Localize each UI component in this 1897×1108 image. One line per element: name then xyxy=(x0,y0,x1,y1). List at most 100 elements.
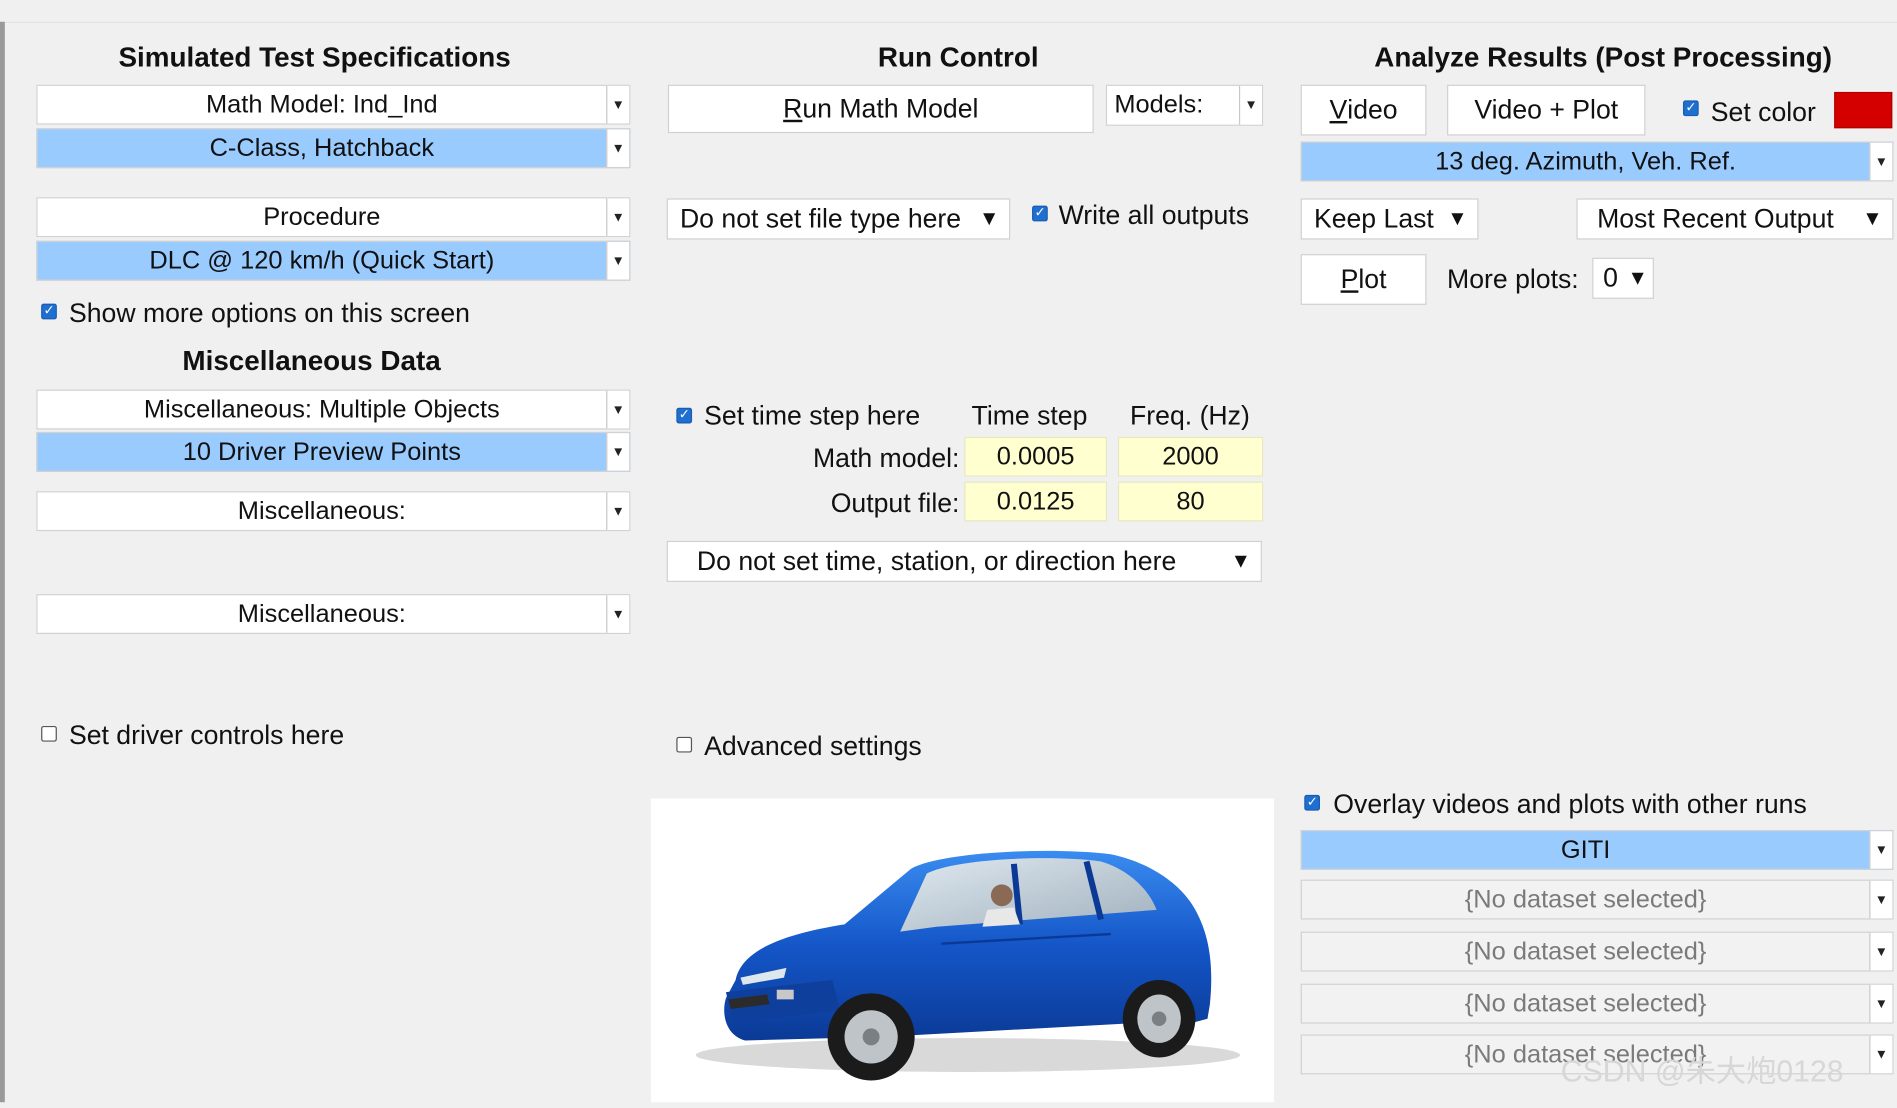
write-all-outputs-label: Write all outputs xyxy=(1058,199,1250,230)
chevron-down-icon[interactable]: ▼ xyxy=(606,390,630,429)
chevron-down-icon[interactable]: ▼ xyxy=(606,129,630,167)
overlay-dataset-label-2: {No dataset selected} xyxy=(1464,885,1707,913)
output-time-step-field[interactable]: 0.0125 xyxy=(964,481,1108,522)
advanced-settings-checkbox[interactable] xyxy=(676,736,693,753)
output-selection-label: Most Recent Output xyxy=(1597,203,1834,234)
math-model-label: Math Model: Ind_Ind xyxy=(206,90,438,118)
more-plots-dropdown[interactable]: 0 ▼ xyxy=(1592,257,1654,299)
chevron-down-icon: ▼ xyxy=(979,206,1000,230)
misc-dropdown-1-label: Miscellaneous: xyxy=(237,496,406,525)
overlay-dataset-label-4: {No dataset selected} xyxy=(1464,989,1707,1017)
procedure-label: DLC @ 120 km/h (Quick Start) xyxy=(149,246,495,275)
video-button-label: ideo xyxy=(1347,94,1398,125)
station-direction-label: Do not set time, station, or direction h… xyxy=(696,545,1177,576)
heading-analyze-results: Analyze Results (Post Processing) xyxy=(1374,41,1832,73)
overlay-dataset-dropdown-2[interactable]: {No dataset selected} ▼ xyxy=(1300,879,1894,920)
vehicle-dropdown[interactable]: C-Class, Hatchback ▼ xyxy=(36,128,631,169)
chevron-down-icon: ▼ xyxy=(1447,206,1468,230)
chevron-down-icon[interactable]: ▼ xyxy=(1869,932,1893,971)
run-button-label: un Math Model xyxy=(802,93,979,124)
station-direction-dropdown[interactable]: Do not set time, station, or direction h… xyxy=(666,540,1262,582)
color-swatch[interactable] xyxy=(1834,91,1893,129)
misc-dropdown-2[interactable]: Miscellaneous: ▼ xyxy=(36,594,631,634)
driver-preview-dropdown[interactable]: 10 Driver Preview Points ▼ xyxy=(36,431,631,472)
write-all-outputs-checkbox[interactable] xyxy=(1032,205,1048,222)
set-color-label: Set color xyxy=(1710,96,1816,128)
vehicle-image xyxy=(650,798,1275,1103)
models-label: Models: xyxy=(1114,90,1204,119)
overlay-runs-checkbox[interactable] xyxy=(1304,794,1321,811)
heading-simulated-test-specs: Simulated Test Specifications xyxy=(118,41,511,73)
overlay-dataset-dropdown-3[interactable]: {No dataset selected} ▼ xyxy=(1300,931,1894,972)
plot-button-mnemonic: P xyxy=(1340,263,1359,295)
run-button-mnemonic: R xyxy=(783,93,803,124)
overlay-dataset-dropdown-1[interactable]: GITI ▼ xyxy=(1300,829,1894,870)
chevron-down-icon: ▼ xyxy=(1230,549,1252,573)
camera-view-label: 13 deg. Azimuth, Veh. Ref. xyxy=(1435,147,1736,175)
math-freq-field[interactable]: 2000 xyxy=(1117,436,1264,477)
overlay-dataset-dropdown-4[interactable]: {No dataset selected} ▼ xyxy=(1300,983,1894,1024)
driver-preview-label: 10 Driver Preview Points xyxy=(182,437,461,466)
overlay-dataset-label-3: {No dataset selected} xyxy=(1464,937,1707,965)
keep-last-label: Keep Last xyxy=(1313,203,1434,234)
misc-category-dropdown[interactable]: Miscellaneous: Multiple Objects ▼ xyxy=(36,389,631,430)
overlay-runs-label: Overlay videos and plots with other runs xyxy=(1333,788,1807,820)
app-window: Simulated Test Specifications Run Contro… xyxy=(0,0,1897,1103)
misc-dropdown-1[interactable]: Miscellaneous: ▼ xyxy=(36,491,631,532)
heading-misc-data: Miscellaneous Data xyxy=(182,344,441,377)
chevron-down-icon[interactable]: ▼ xyxy=(1238,85,1262,125)
driver-controls-label: Set driver controls here xyxy=(68,719,345,751)
set-color-checkbox[interactable] xyxy=(1682,100,1699,117)
math-model-row-label: Math model: xyxy=(812,442,960,474)
window-top-edge xyxy=(0,0,1897,23)
heading-run-control: Run Control xyxy=(877,41,1039,73)
output-file-row-label: Output file: xyxy=(830,487,960,518)
camera-view-dropdown[interactable]: 13 deg. Azimuth, Veh. Ref. ▼ xyxy=(1300,141,1894,182)
procedure-category-label: Procedure xyxy=(263,202,381,231)
math-time-step-field[interactable]: 0.0005 xyxy=(964,436,1108,477)
show-more-options-label: Show more options on this screen xyxy=(68,297,470,328)
chevron-down-icon[interactable]: ▼ xyxy=(606,595,630,633)
models-dropdown[interactable]: Models: ▼ xyxy=(1105,84,1264,126)
left-window-border xyxy=(0,21,5,1103)
plot-button-label: lot xyxy=(1358,263,1387,295)
watermark: CSDN @朱大炮0128 xyxy=(1560,1055,1844,1089)
time-step-header: Time step xyxy=(971,400,1088,431)
video-button-mnemonic: V xyxy=(1329,94,1348,125)
freq-header: Freq. (Hz) xyxy=(1130,400,1250,431)
plot-button[interactable]: Plot xyxy=(1300,254,1427,305)
set-time-step-label: Set time step here xyxy=(704,400,921,431)
output-freq-field[interactable]: 80 xyxy=(1117,481,1264,522)
show-more-options-checkbox[interactable] xyxy=(41,303,57,320)
chevron-down-icon[interactable]: ▼ xyxy=(1869,880,1893,919)
chevron-down-icon: ▼ xyxy=(1862,206,1883,230)
chevron-down-icon[interactable]: ▼ xyxy=(1869,984,1893,1023)
chevron-down-icon[interactable]: ▼ xyxy=(606,198,630,236)
hatchback-car-illustration xyxy=(695,850,1241,1081)
video-plot-button[interactable]: Video + Plot xyxy=(1447,84,1646,136)
chevron-down-icon[interactable]: ▼ xyxy=(606,85,630,124)
set-time-step-checkbox[interactable] xyxy=(676,407,693,424)
file-type-dropdown[interactable]: Do not set file type here ▼ xyxy=(666,198,1011,240)
misc-category-label: Miscellaneous: Multiple Objects xyxy=(143,395,500,423)
math-model-dropdown[interactable]: Math Model: Ind_Ind ▼ xyxy=(36,84,631,125)
more-plots-label: More plots: xyxy=(1447,263,1579,295)
keep-last-dropdown[interactable]: Keep Last ▼ xyxy=(1300,198,1479,240)
misc-dropdown-2-label: Miscellaneous: xyxy=(237,599,406,628)
chevron-down-icon[interactable]: ▼ xyxy=(1869,1035,1893,1074)
run-math-model-button[interactable]: Run Math Model xyxy=(667,84,1094,134)
advanced-settings-label: Advanced settings xyxy=(704,730,922,762)
vehicle-label: C-Class, Hatchback xyxy=(209,133,435,162)
driver-controls-checkbox[interactable] xyxy=(41,725,57,742)
chevron-down-icon[interactable]: ▼ xyxy=(606,492,630,530)
chevron-down-icon[interactable]: ▼ xyxy=(606,433,630,471)
output-selection-dropdown[interactable]: Most Recent Output ▼ xyxy=(1576,198,1894,240)
chevron-down-icon[interactable]: ▼ xyxy=(1869,142,1893,181)
file-type-label: Do not set file type here xyxy=(679,203,962,234)
procedure-dropdown[interactable]: DLC @ 120 km/h (Quick Start) ▼ xyxy=(36,240,631,281)
procedure-category-dropdown[interactable]: Procedure ▼ xyxy=(36,197,631,238)
video-button[interactable]: Video xyxy=(1300,84,1427,136)
chevron-down-icon[interactable]: ▼ xyxy=(606,241,630,280)
chevron-down-icon[interactable]: ▼ xyxy=(1869,831,1893,869)
overlay-dataset-label-1: GITI xyxy=(1560,835,1611,864)
